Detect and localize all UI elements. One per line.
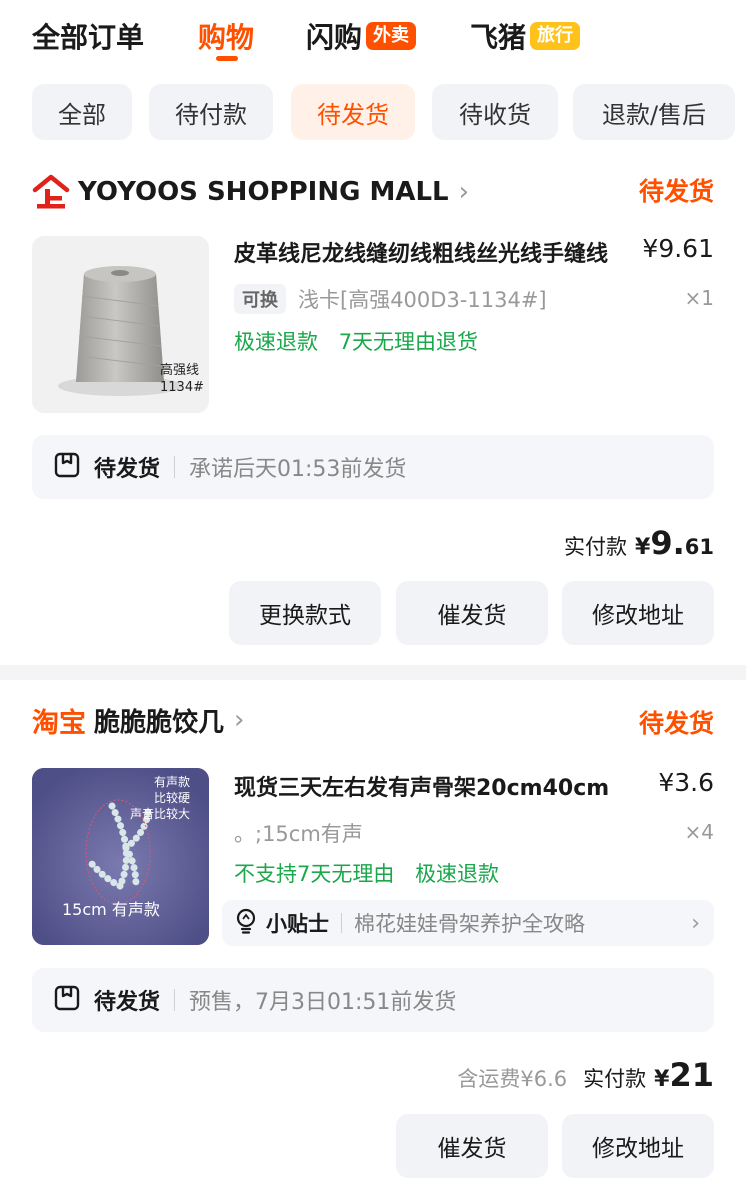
divider [341,913,342,933]
takeout-badge: 外卖 [366,22,417,50]
total-currency: ¥ [635,535,651,560]
product-title[interactable]: 皮革线尼龙线缝纫线粗线丝光线手缝线 [234,236,610,268]
order-status: 待发货 [638,177,714,206]
chevron-right-icon: › [234,705,245,735]
box-icon [54,452,80,482]
box-icon [54,985,80,1015]
thumbnail-caption-line: 有声款 [154,775,191,789]
taobao-logo: 淘宝 [32,707,86,739]
filter-pending-receipt-label: 待收货 [459,100,531,129]
total-label: 实付款 [583,1067,647,1091]
product-quantity: ×4 [684,820,714,844]
edit-address-button[interactable]: 修改地址 [562,1114,714,1178]
order-card: YOYOOS SHOPPING MALL › 待发货 高强线 1134# 皮革线… [0,160,746,665]
service-tags: 极速退款 7天无理由退货 [234,326,492,356]
filter-refund[interactable]: 退款/售后 [573,84,735,140]
tab-shopping-label: 购物 [198,21,255,54]
tips-text: 棉花娃娃骨架养护全攻略 [354,912,585,936]
product-quantity: ×1 [684,286,714,310]
product-price: ¥9.61 [642,234,714,263]
exchangeable-tag: 可换 [234,284,286,314]
shipping-status-title: 待发货 [94,990,161,1015]
urge-shipping-label: 催发货 [437,603,507,629]
filter-refund-label: 退款/售后 [601,100,707,129]
chevron-right-icon: › [691,910,700,936]
thumbnail-size-caption: 15cm 有声款 [62,900,160,919]
tips-bar[interactable]: 小贴士 棉花娃娃骨架养护全攻略 › [222,900,714,946]
order-status: 待发货 [638,709,714,738]
urge-shipping-button[interactable]: 催发货 [396,581,548,645]
tab-flash-buy[interactable]: 闪购 外卖 [306,14,417,58]
total-currency: ¥ [654,1067,670,1092]
product-thumbnail[interactable]: 高强线 1134# [32,236,209,413]
service-tag: 极速退款 [234,330,318,354]
urge-shipping-button[interactable]: 催发货 [396,1114,548,1178]
edit-address-label: 修改地址 [592,603,684,629]
spec-text: 。;15cm有声 [234,822,363,846]
shop-row[interactable]: 淘宝 脆脆脆饺几 › [32,700,714,740]
order-total: 实付款 ¥ 9. 61 [564,524,714,562]
product-spec[interactable]: 可换 浅卡[高强400D3-1134#] [234,284,547,314]
thumbnail-caption-line: 高强线 [160,363,200,378]
top-bar: 全部订单 购物 闪购 外卖 飞猪 旅行 全部 待付款 待发货 待收货 退款/售后 [0,0,746,160]
filter-pending-shipment[interactable]: 待发货 [291,84,415,140]
order-total: 含运费¥6.6 实付款 ¥ 21 [457,1056,714,1094]
product-title[interactable]: 现货三天左右发有声骨架20cm40cm [234,770,610,802]
tab-flash-buy-label: 闪购 [306,21,363,54]
qi-shop-logo-icon [32,174,70,210]
shipping-status-bar[interactable]: 待发货 承诺后天01:53前发货 [32,435,714,499]
shipping-fee-note: 含运费¥6.6 [457,1067,568,1091]
thumbnail-caption-line: 比较硬 [154,791,191,805]
change-style-button[interactable]: 更换款式 [229,581,381,645]
shipping-status-bar[interactable]: 待发货 预售，7月3日01:51前发货 [32,968,714,1032]
tips-title: 小贴士 [266,912,329,936]
edit-address-button[interactable]: 修改地址 [562,581,714,645]
order-card: 淘宝 脆脆脆饺几 › 待发货 有声款 比较硬 声音比较大 15cm 有声款 现货… [0,680,746,1200]
total-integer: 21 [669,1056,714,1094]
urge-shipping-label: 催发货 [437,1136,507,1162]
chevron-right-icon: › [458,177,470,207]
tab-fliggy-label: 飞猪 [470,21,527,54]
lightbulb-icon [234,908,258,938]
shop-name: 脆脆脆饺几 [94,707,225,738]
shop-row[interactable]: YOYOOS SHOPPING MALL › [32,172,714,212]
edit-address-label: 修改地址 [592,1136,684,1162]
thumbnail-caption-line: 声音比较大 [130,807,191,821]
filter-pending-receipt[interactable]: 待收货 [432,84,558,140]
shop-name: YOYOOS SHOPPING MALL [78,177,449,207]
thumbnail-caption: 高强线 1134# [160,362,204,396]
change-style-label: 更换款式 [259,603,351,629]
service-tags: 不支持7天无理由 极速退款 [234,858,513,888]
divider [174,456,176,478]
product-price: ¥3.6 [658,768,714,797]
filter-pending-payment[interactable]: 待付款 [149,84,273,140]
product-thumbnail[interactable]: 有声款 比较硬 声音比较大 15cm 有声款 [32,768,209,945]
service-tag: 不支持7天无理由 [234,862,395,886]
thumbnail-caption-line: 1134# [160,380,204,395]
filter-pending-payment-label: 待付款 [175,100,247,129]
spec-text: 浅卡[高强400D3-1134#] [298,288,547,312]
shipping-status-title: 待发货 [94,457,161,482]
tab-fliggy[interactable]: 飞猪 旅行 [470,14,581,58]
tab-all-orders-label: 全部订单 [32,21,145,54]
thumbnail-caption: 有声款 比较硬 声音比较大 [130,774,191,822]
total-integer: 9. [650,524,685,562]
service-tag: 极速退款 [415,862,500,886]
tab-all-orders[interactable]: 全部订单 [32,14,144,58]
tab-shopping[interactable]: 购物 [198,14,254,58]
active-tab-indicator [216,56,238,61]
shipping-promise: 预售，7月3日01:51前发货 [189,990,457,1015]
filter-all[interactable]: 全部 [32,84,132,140]
divider [174,989,176,1011]
total-label: 实付款 [564,535,628,559]
filter-pending-shipment-label: 待发货 [317,100,389,129]
travel-badge: 旅行 [530,22,581,50]
service-tag: 7天无理由退货 [338,330,479,354]
filter-all-label: 全部 [58,100,106,129]
total-decimal: 61 [684,535,714,559]
shipping-promise: 承诺后天01:53前发货 [189,457,407,482]
product-spec[interactable]: 。;15cm有声 [234,818,363,848]
